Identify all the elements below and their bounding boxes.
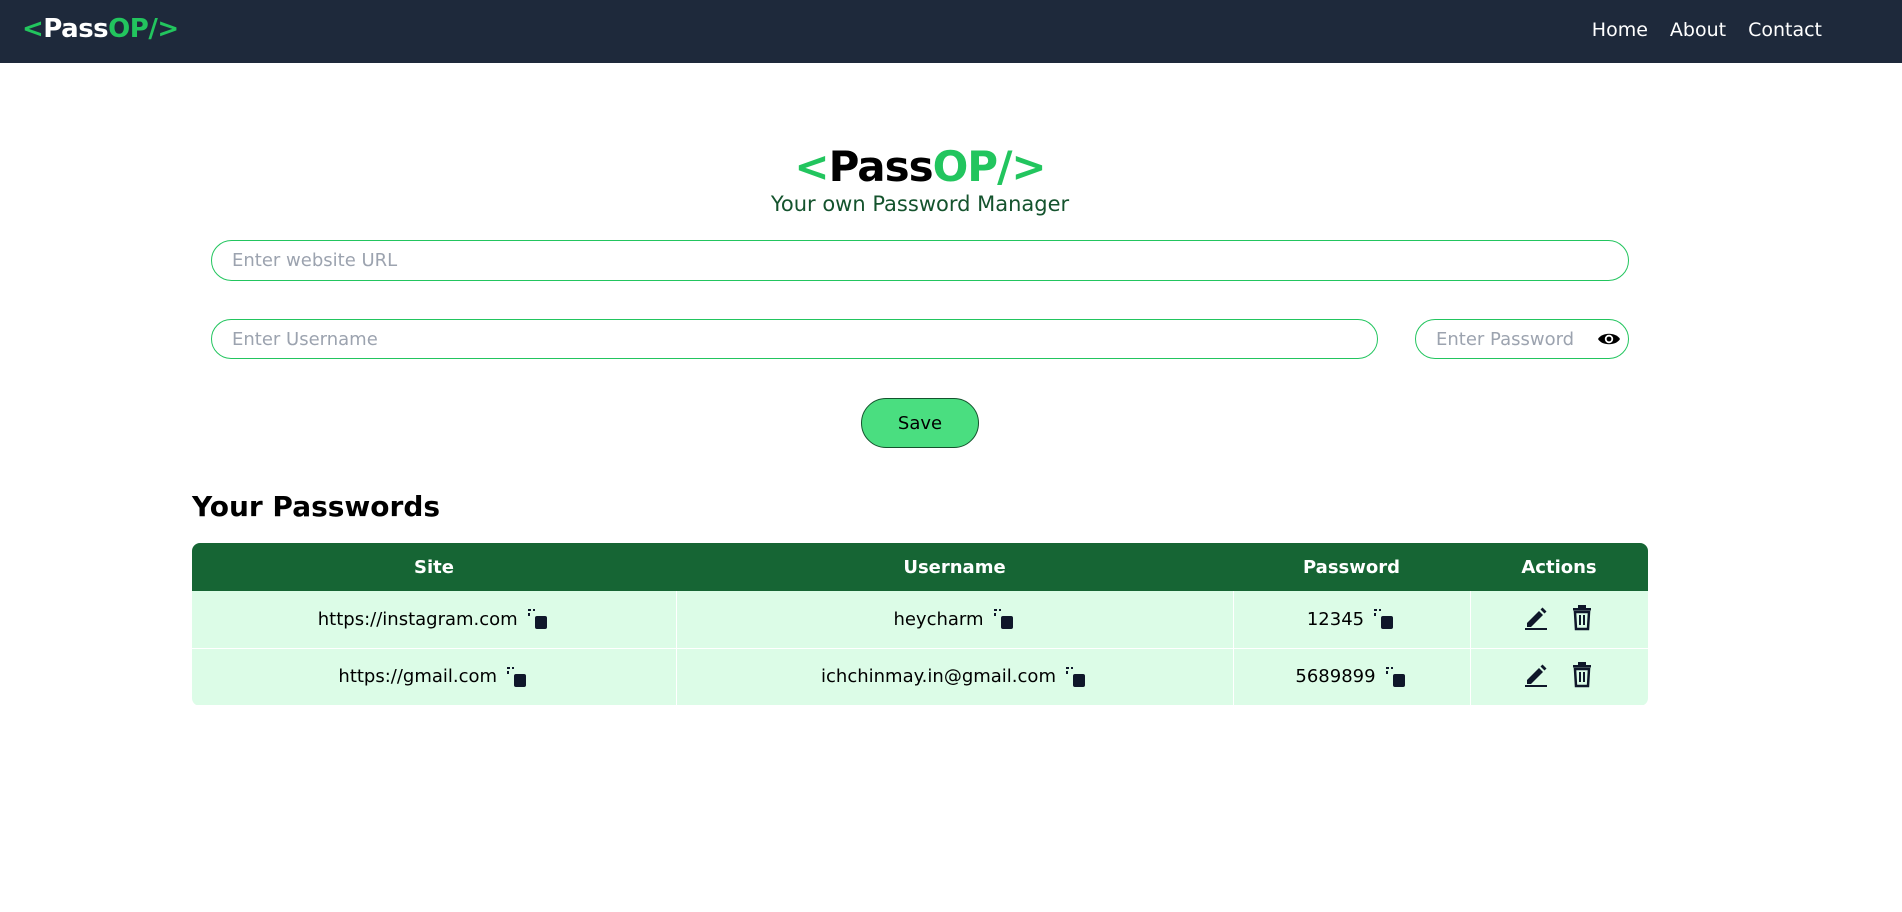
copy-icon[interactable] [1372,607,1396,631]
password-cell: 12345 [1233,591,1471,649]
hero-logo-close-bracket: > [1011,142,1046,191]
username-value: ichchinmay.in@gmail.com [821,666,1056,687]
column-header-password: Password [1233,543,1470,591]
actions-cell [1470,648,1648,706]
copy-icon[interactable] [505,665,529,689]
edit-icon[interactable] [1522,660,1550,688]
logo-close-bracket: > [157,14,179,44]
password-cell: 5689899 [1233,648,1471,706]
table-row: https://instagram.com heycharm 12345 [192,591,1648,649]
passwords-heading: Your Passwords [192,490,441,523]
copy-icon[interactable] [1384,665,1408,689]
hero-logo: <PassOP/> [0,142,1840,191]
column-header-username: Username [676,543,1233,591]
site-link[interactable]: https://instagram.com [318,609,518,630]
password-field-wrapper [1415,319,1629,359]
hero-logo-accent: OP/ [932,142,1013,191]
website-url-input[interactable] [211,240,1629,281]
column-header-actions: Actions [1470,543,1648,591]
copy-icon[interactable] [1064,665,1088,689]
nav-link-contact[interactable]: Contact [1748,19,1822,41]
password-value: 12345 [1306,608,1365,630]
trash-icon[interactable] [1568,603,1596,631]
passwords-table: Site Username Password Actions https://i… [192,543,1648,706]
edit-icon[interactable] [1522,603,1550,631]
nav-links: Home About Contact [1592,19,1822,41]
save-button[interactable]: Save [861,398,979,448]
logo-open-bracket: < [22,14,44,44]
copy-icon[interactable] [992,607,1016,631]
username-cell: ichchinmay.in@gmail.com [676,648,1234,706]
actions-cell [1470,591,1648,649]
site-link[interactable]: https://gmail.com [338,666,497,687]
navbar: <PassOP/> Home About Contact [0,0,1902,63]
nav-link-about[interactable]: About [1670,19,1726,41]
tagline: Your own Password Manager [770,192,1070,216]
nav-logo[interactable]: <PassOP/> [22,14,179,44]
trash-icon[interactable] [1568,660,1596,688]
password-value: 5689899 [1295,666,1376,687]
copy-icon[interactable] [526,607,550,631]
site-cell: https://instagram.com [192,591,677,649]
username-input[interactable] [211,319,1378,359]
logo-accent: OP/ [108,14,158,44]
username-cell: heycharm [676,591,1234,649]
column-header-site: Site [192,543,676,591]
nav-link-home[interactable]: Home [1592,19,1648,41]
table-row: https://gmail.com ichchinmay.in@gmail.co… [192,648,1648,706]
site-cell: https://gmail.com [192,648,677,706]
eye-icon[interactable] [1597,328,1621,350]
logo-main: Pass [43,14,109,44]
hero-logo-open-bracket: < [794,142,829,191]
hero-logo-main: Pass [828,142,934,191]
username-value: heycharm [893,608,984,630]
table-header-row: Site Username Password Actions [192,543,1648,591]
